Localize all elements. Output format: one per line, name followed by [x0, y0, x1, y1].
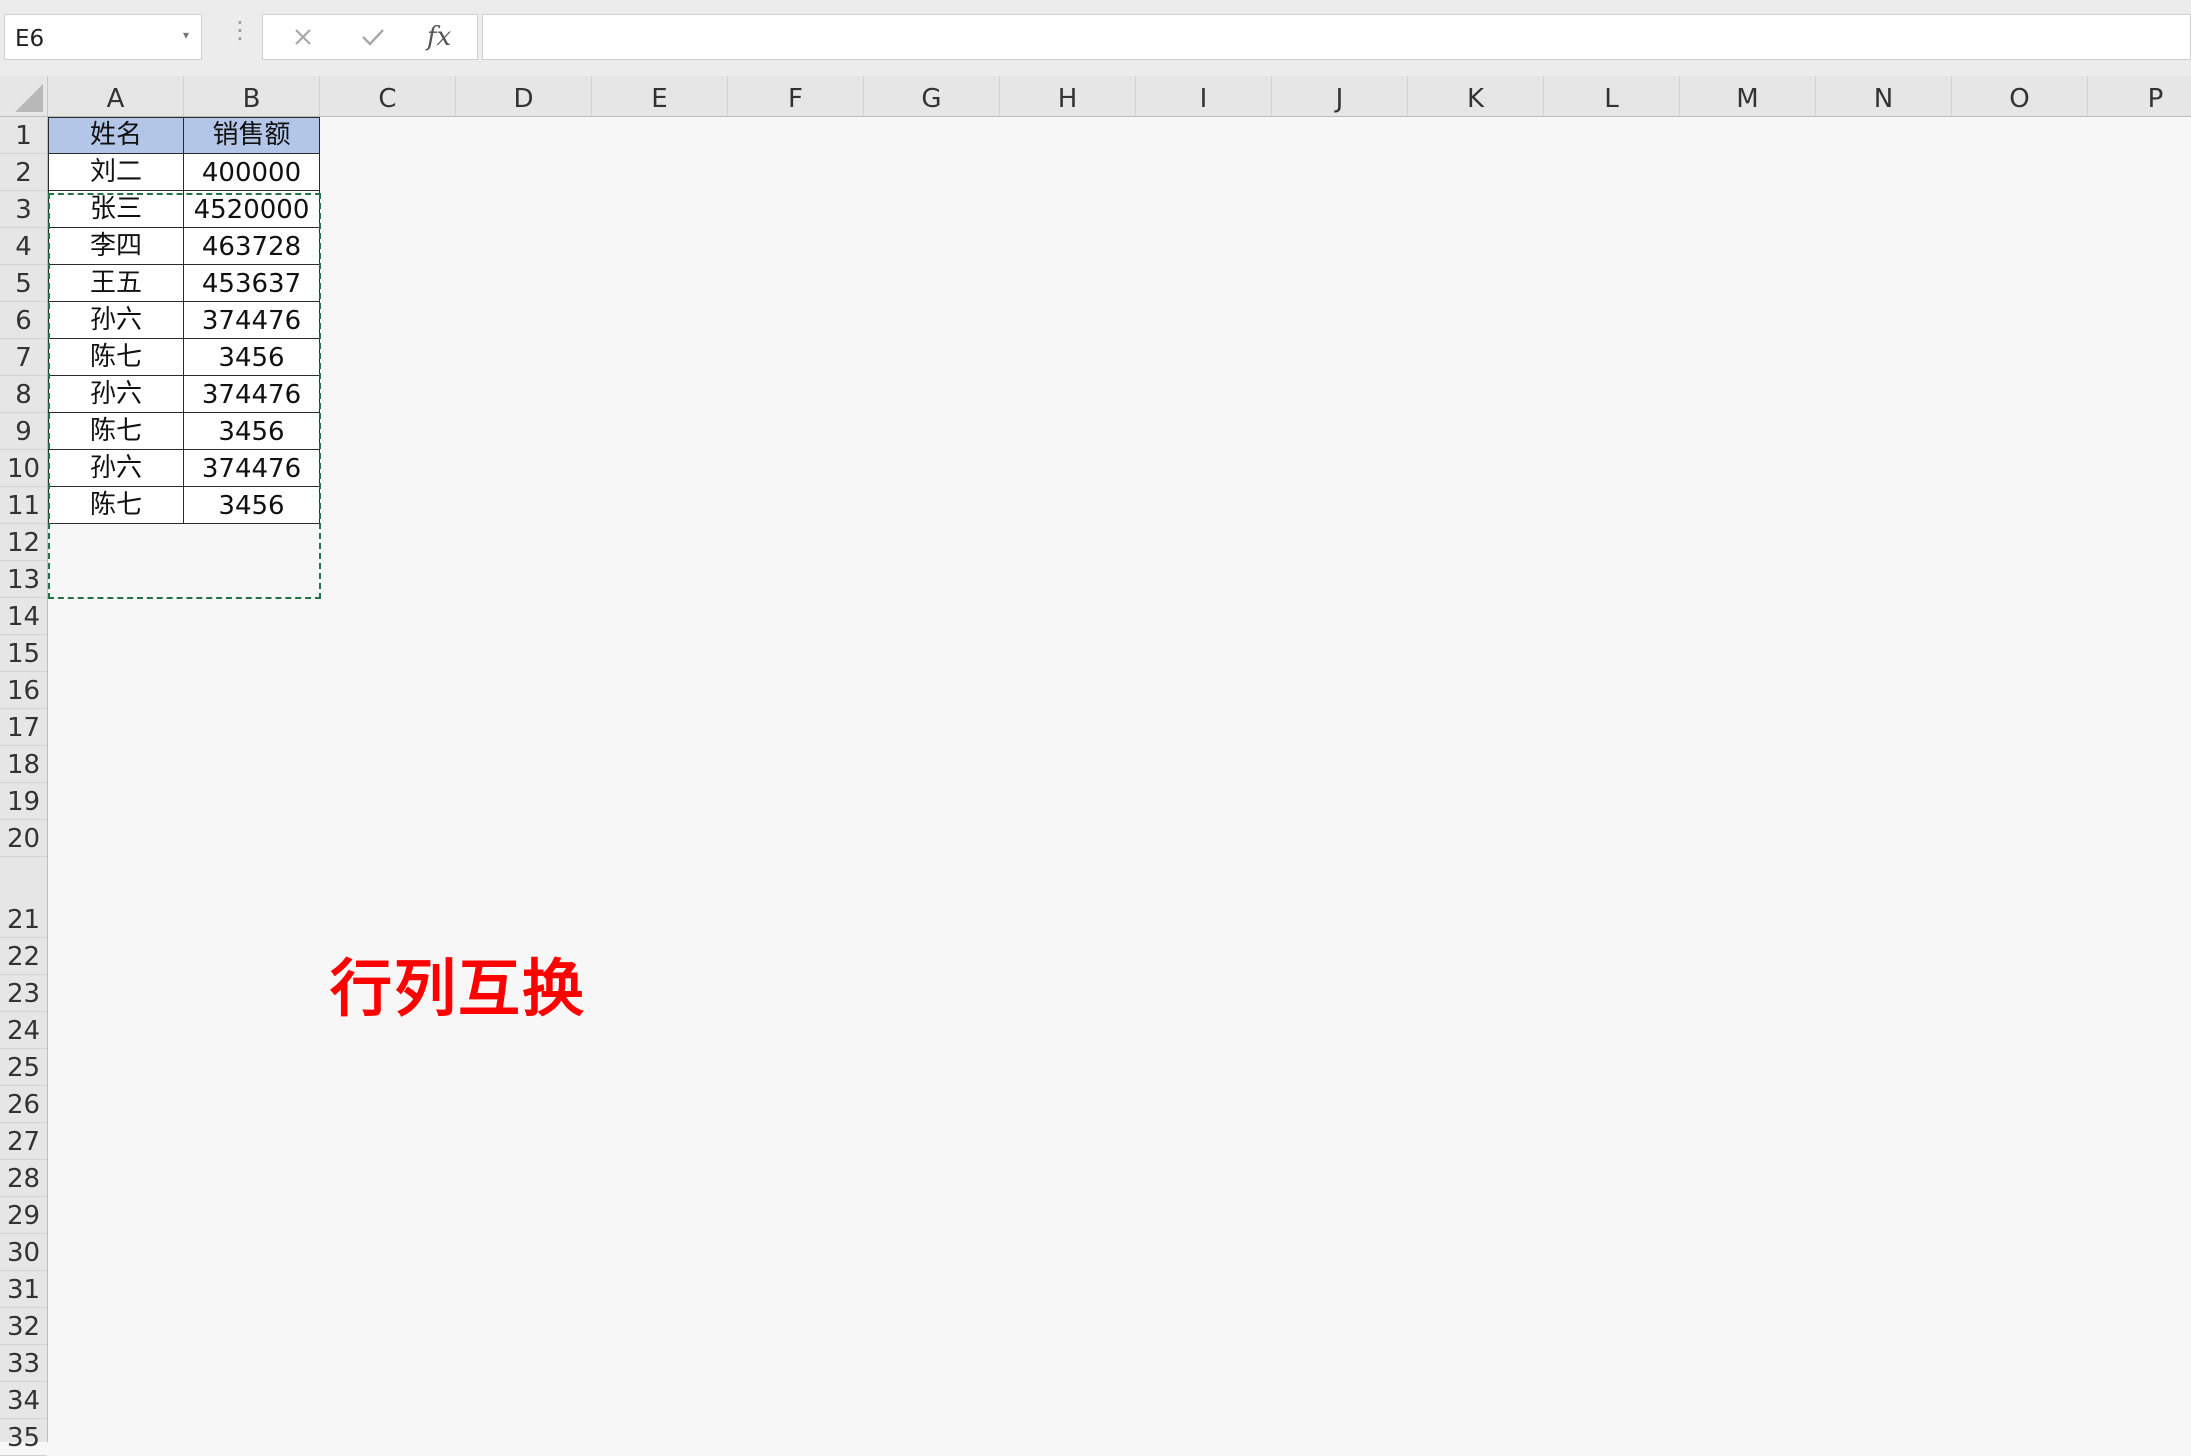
row-header-14[interactable]: 14	[0, 598, 47, 635]
row-header-10[interactable]: 10	[0, 450, 47, 487]
column-header-p[interactable]: P	[2088, 76, 2191, 116]
row-header-8[interactable]: 8	[0, 376, 47, 413]
cell-name[interactable]: 陈七	[48, 413, 184, 450]
cell-sales[interactable]: 374476	[184, 450, 320, 487]
cell-sales[interactable]: 374476	[184, 376, 320, 413]
row-header-27[interactable]: 27	[0, 1123, 47, 1160]
close-icon	[295, 29, 311, 45]
row-header-15[interactable]: 15	[0, 635, 47, 672]
cell-sales[interactable]: 374476	[184, 302, 320, 339]
name-box-value: E6	[15, 26, 45, 52]
formula-buttons: fx	[262, 14, 478, 60]
row-header-24[interactable]: 24	[0, 1012, 47, 1049]
column-header-b[interactable]: B	[184, 76, 320, 116]
cell-sales[interactable]: 4520000	[184, 191, 320, 228]
row-header-29[interactable]: 29	[0, 1197, 47, 1234]
row-header-35[interactable]: 35	[0, 1419, 47, 1456]
select-all-button[interactable]	[0, 76, 48, 117]
cell-name[interactable]: 孙六	[48, 376, 184, 413]
row-header-23[interactable]: 23	[0, 975, 47, 1012]
row-header-20[interactable]: 20	[0, 820, 47, 857]
row-header-30[interactable]: 30	[0, 1234, 47, 1271]
formula-input[interactable]	[482, 14, 2191, 60]
cell-name[interactable]: 李四	[48, 228, 184, 265]
check-icon	[362, 29, 384, 46]
row-header-18[interactable]: 18	[0, 746, 47, 783]
row-header-3[interactable]: 3	[0, 191, 47, 228]
overlay-title: 行列互换	[330, 952, 587, 1025]
row-header-4[interactable]: 4	[0, 228, 47, 265]
row-header-26[interactable]: 26	[0, 1086, 47, 1123]
column-header-g[interactable]: G	[864, 76, 1000, 116]
row-header-34[interactable]: 34	[0, 1382, 47, 1419]
row-header-21[interactable]: 21	[0, 857, 47, 938]
cell-name[interactable]: 刘二	[48, 154, 184, 191]
row-headers: 1 2 3 4 5 6 7 8 9 10 11 12 13 14 15 16 17 18 19 20 21 22 23 24 2…	[0, 117, 48, 1456]
row-header-31[interactable]: 31	[0, 1271, 47, 1308]
row-header-28[interactable]: 28	[0, 1160, 47, 1197]
cancel-button[interactable]	[283, 21, 323, 53]
select-all-icon	[15, 84, 43, 112]
row-header-12[interactable]: 12	[0, 524, 47, 561]
formula-bar: E6 ▾ ⋮ fx	[0, 0, 2191, 76]
row-header-16[interactable]: 16	[0, 672, 47, 709]
row-header-9[interactable]: 9	[0, 413, 47, 450]
row-header-7[interactable]: 7	[0, 339, 47, 376]
grip-icon[interactable]: ⋮	[228, 18, 252, 42]
column-header-f[interactable]: F	[728, 76, 864, 116]
row-header-2[interactable]: 2	[0, 154, 47, 191]
column-header-j[interactable]: J	[1272, 76, 1408, 116]
row-header-17[interactable]: 17	[0, 709, 47, 746]
row-header-13[interactable]: 13	[0, 561, 47, 598]
chevron-down-icon[interactable]: ▾	[183, 28, 189, 42]
row-header-5[interactable]: 5	[0, 265, 47, 302]
column-header-k[interactable]: K	[1408, 76, 1544, 116]
cell-sales[interactable]: 463728	[184, 228, 320, 265]
row-header-33[interactable]: 33	[0, 1345, 47, 1382]
insert-function-button[interactable]: fx	[419, 21, 459, 53]
fx-icon: fx	[426, 22, 452, 52]
cell-sales[interactable]: 3456	[184, 339, 320, 376]
enter-button[interactable]	[353, 21, 393, 53]
column-header-c[interactable]: C	[320, 76, 456, 116]
column-header-n[interactable]: N	[1816, 76, 1952, 116]
name-box[interactable]: E6 ▾	[4, 14, 202, 60]
cell-sales[interactable]: 3456	[184, 487, 320, 524]
cell-name[interactable]: 陈七	[48, 487, 184, 524]
cell-a1-header[interactable]: 姓名	[48, 117, 184, 154]
cell-b1-header[interactable]: 销售额	[184, 117, 320, 154]
cell-sales[interactable]: 3456	[184, 413, 320, 450]
cell-sales[interactable]: 453637	[184, 265, 320, 302]
column-header-a[interactable]: A	[48, 76, 184, 116]
column-header-e[interactable]: E	[592, 76, 728, 116]
row-header-1[interactable]: 1	[0, 117, 47, 154]
cell-name[interactable]: 陈七	[48, 339, 184, 376]
column-header-o[interactable]: O	[1952, 76, 2088, 116]
row-header-6[interactable]: 6	[0, 302, 47, 339]
cell-name[interactable]: 孙六	[48, 302, 184, 339]
column-headers: ABCDEFGHIJKLMNOP	[48, 76, 2191, 117]
cell-name[interactable]: 王五	[48, 265, 184, 302]
cell-sales[interactable]: 400000	[184, 154, 320, 191]
row-header-32[interactable]: 32	[0, 1308, 47, 1345]
row-header-11[interactable]: 11	[0, 487, 47, 524]
cell-area[interactable]: 姓名 销售额 刘二 400000 张三 4520000 李四 463728 王五 453637 孙六…	[48, 117, 2191, 1442]
row-header-25[interactable]: 25	[0, 1049, 47, 1086]
column-header-m[interactable]: M	[1680, 76, 1816, 116]
column-header-i[interactable]: I	[1136, 76, 1272, 116]
column-header-l[interactable]: L	[1544, 76, 1680, 116]
row-header-19[interactable]: 19	[0, 783, 47, 820]
row-header-22[interactable]: 22	[0, 938, 47, 975]
column-header-d[interactable]: D	[456, 76, 592, 116]
column-header-h[interactable]: H	[1000, 76, 1136, 116]
cell-name[interactable]: 孙六	[48, 450, 184, 487]
worksheet-grid: ABCDEFGHIJKLMNOP 1 2 3 4 5 6 7 8 9 10 11 12 13 14 15 16…	[0, 76, 2191, 1456]
cell-name[interactable]: 张三	[48, 191, 184, 228]
